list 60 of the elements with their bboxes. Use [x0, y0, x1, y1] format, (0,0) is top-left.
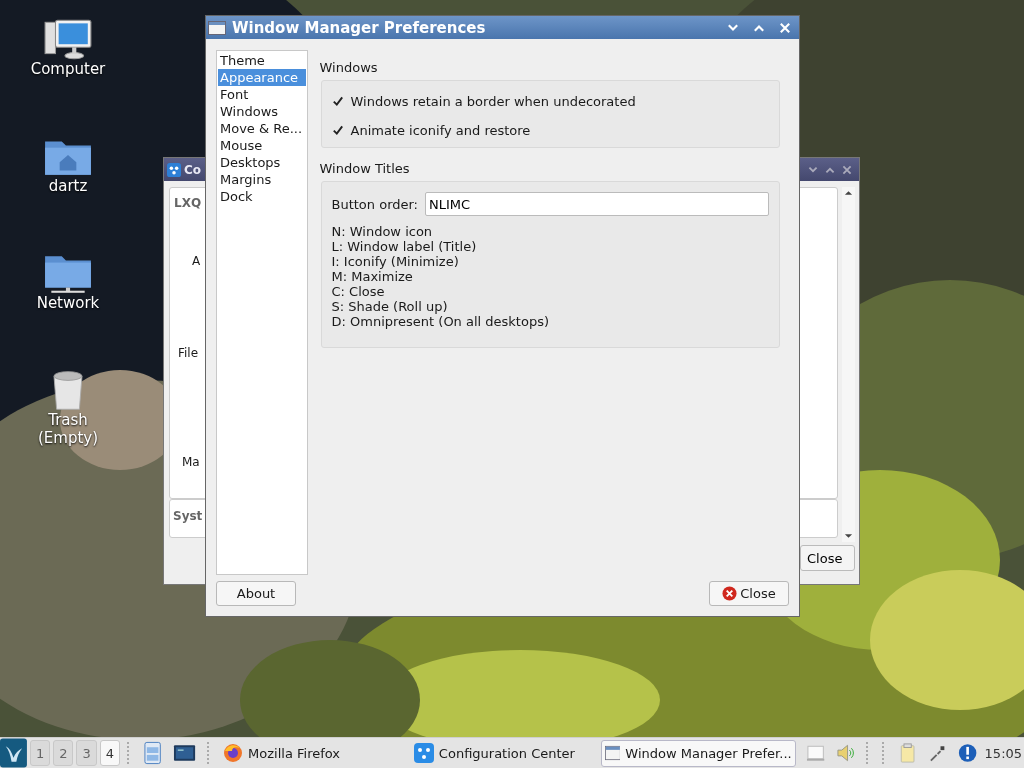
legend-line: I: Iconify (Minimize)	[331, 254, 460, 269]
sidebar-item[interactable]: Margins	[218, 171, 306, 188]
window-title: Window Manager Preferences	[232, 18, 486, 37]
close-button[interactable]: Close	[800, 545, 855, 571]
window-icon	[604, 743, 621, 763]
desktop-icon-label[interactable]: Network	[36, 294, 100, 312]
item-label: Ma	[182, 455, 200, 469]
legend-line: D: Omnipresent (On all desktops)	[331, 314, 550, 329]
file-manager-icon[interactable]	[142, 741, 163, 765]
input-field[interactable]: NLIMC	[425, 192, 769, 216]
field-label: Button order:	[331, 196, 418, 212]
section-title: Windows	[319, 60, 379, 76]
settings-icon	[413, 743, 434, 763]
info-icon[interactable]	[958, 743, 978, 763]
sidebar-item[interactable]: Desktops	[218, 154, 306, 171]
panel-heading: LXQ	[174, 196, 202, 210]
scroll-down-icon[interactable]	[844, 533, 853, 539]
scroll-up-icon[interactable]	[844, 190, 853, 196]
checkbox[interactable]	[331, 124, 345, 137]
window-icon	[208, 20, 226, 35]
checkbox-label[interactable]: Animate iconify and restore	[350, 123, 531, 138]
sidebar-item[interactable]: Theme	[218, 52, 306, 69]
sidebar-item[interactable]: Font	[218, 86, 306, 103]
close-icon[interactable]	[778, 20, 792, 35]
window-title: Co	[184, 162, 202, 177]
sidebar-item[interactable]: Move & Re...	[218, 120, 306, 137]
legend-line: L: Window label (Title)	[331, 239, 478, 254]
legend-line: C: Close	[331, 284, 386, 299]
menu-icon[interactable]	[0, 738, 27, 768]
app-icon	[167, 162, 181, 177]
computer-icon[interactable]	[43, 18, 93, 60]
item-label: File	[178, 346, 199, 360]
section-title: Window Titles	[319, 161, 411, 177]
legend-line: S: Shade (Roll up)	[331, 299, 449, 314]
close-icon	[722, 586, 738, 601]
clock[interactable]: 15:05	[984, 745, 1023, 761]
desktop-icon-label[interactable]: Computer	[30, 60, 106, 78]
close-button[interactable]: Close	[709, 581, 789, 606]
desktop-switch-button[interactable]: 4	[99, 740, 120, 766]
checkbox[interactable]	[331, 95, 345, 108]
legend-line: N: Window icon	[331, 224, 434, 239]
close-icon[interactable]	[841, 163, 853, 176]
item-label: A	[192, 254, 201, 268]
about-button[interactable]: About	[216, 581, 296, 606]
scrollbar[interactable]	[842, 187, 855, 542]
sidebar-item[interactable]: Dock	[218, 188, 306, 205]
terminal-icon[interactable]	[173, 743, 197, 763]
browser-icon	[223, 743, 244, 763]
task-button[interactable]: Window Manager Prefer...	[600, 739, 796, 767]
desktop-switch-button[interactable]: 3	[76, 740, 97, 766]
checkbox-label[interactable]: Windows retain a border when undecorated	[350, 94, 636, 109]
desktop-icon-label[interactable]: dartz	[48, 177, 88, 195]
desktop-switch-button[interactable]: 1	[29, 740, 51, 766]
task-button[interactable]: Configuration Center	[409, 739, 598, 767]
sidebar-item[interactable]: Windows	[218, 103, 306, 120]
panel-heading: Syst	[173, 509, 203, 523]
legend-line: M: Maximize	[331, 269, 414, 284]
desktop-switch-button[interactable]: 2	[53, 740, 74, 766]
sidebar-item[interactable]: Mouse	[218, 137, 306, 154]
task-button[interactable]: Mozilla Firefox	[219, 739, 407, 767]
